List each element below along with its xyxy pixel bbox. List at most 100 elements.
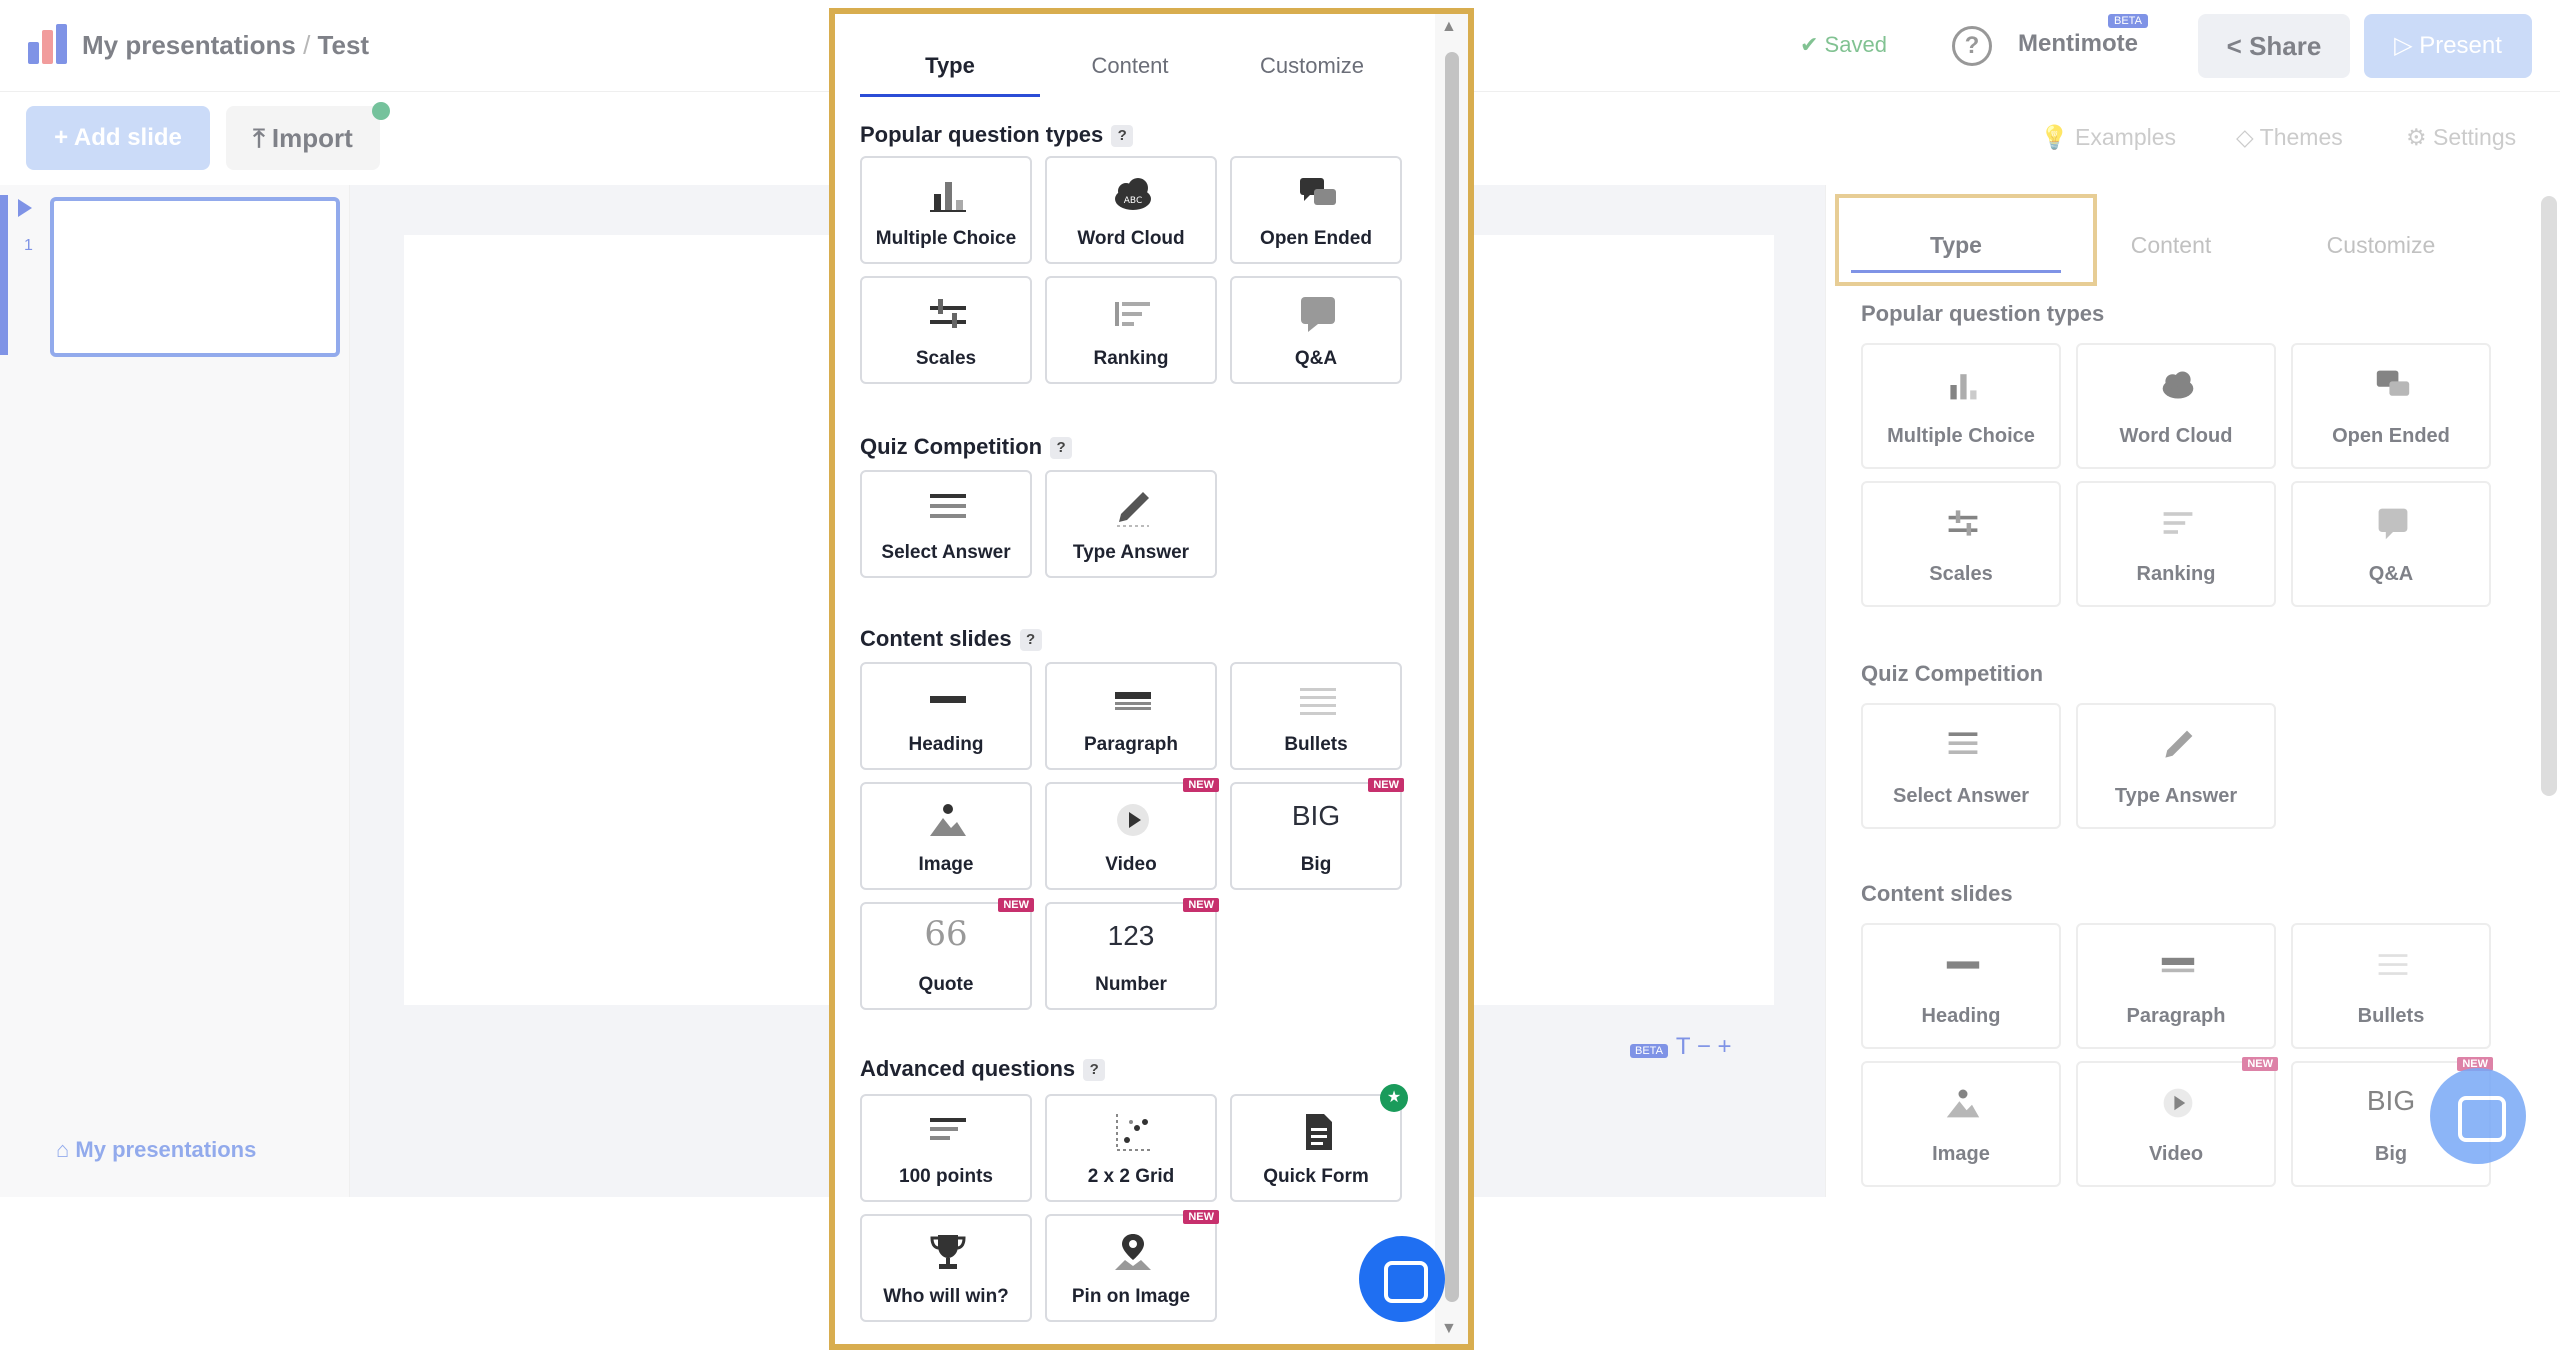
card-ranking[interactable]: Ranking bbox=[1045, 276, 1217, 384]
add-slide-button[interactable]: + Add slide bbox=[26, 106, 210, 170]
new-badge: NEW bbox=[1368, 778, 1404, 792]
card-label: Type Answer bbox=[1072, 542, 1190, 563]
section-title: Content slides bbox=[860, 626, 1012, 651]
card-heading[interactable]: Heading bbox=[860, 662, 1032, 770]
examples-button[interactable]: 💡 Examples bbox=[2040, 124, 2176, 151]
card-bullets[interactable]: Bullets bbox=[1230, 662, 1402, 770]
breadcrumb-separator: / bbox=[303, 30, 311, 60]
present-label: Present bbox=[2419, 32, 2502, 59]
card-quote[interactable]: 66 Quote NEW bbox=[860, 898, 1034, 1010]
card-qa[interactable]: Q&A bbox=[1230, 276, 1402, 384]
card-heading-bg[interactable]: Heading bbox=[1861, 923, 2061, 1049]
card-word-cloud[interactable]: ABC Word Cloud bbox=[1045, 156, 1217, 264]
ranking-lines-icon bbox=[2160, 505, 2196, 541]
scrollbar[interactable] bbox=[2541, 196, 2557, 796]
card-label: Paragraph bbox=[2126, 1005, 2226, 1027]
help-icon[interactable]: ? bbox=[1952, 26, 1992, 66]
card-100-points[interactable]: 100 points bbox=[860, 1094, 1032, 1202]
breadcrumb-current[interactable]: Test bbox=[318, 30, 370, 60]
number-icon: 123 bbox=[1107, 920, 1155, 951]
card-big[interactable]: BIG Big NEW bbox=[1230, 778, 1404, 890]
help-icon[interactable]: ? bbox=[1050, 437, 1073, 460]
card-label: Bullets bbox=[1284, 734, 1348, 755]
card-scales[interactable]: Scales bbox=[860, 276, 1032, 384]
hundred-points-icon bbox=[928, 1112, 968, 1152]
sliders-icon bbox=[1945, 505, 1981, 541]
my-presentations-link[interactable]: ⌂ My presentations bbox=[56, 1137, 256, 1163]
card-ranking-bg[interactable]: Ranking bbox=[2076, 481, 2276, 607]
card-paragraph-bg[interactable]: Paragraph bbox=[2076, 923, 2276, 1049]
card-label: Bullets bbox=[2357, 1005, 2425, 1027]
card-video-bg[interactable]: Video NEW bbox=[2076, 1057, 2278, 1187]
help-icon[interactable]: ? bbox=[1019, 629, 1042, 652]
app-logo-icon[interactable] bbox=[28, 24, 68, 64]
help-icon[interactable]: ? bbox=[1111, 125, 1134, 148]
section-title-bg: Quiz Competition bbox=[1861, 661, 2044, 686]
list-lines-icon bbox=[928, 488, 968, 528]
zoom-buttons[interactable]: T − + bbox=[1676, 1033, 1732, 1060]
slide-number: 1 bbox=[24, 237, 33, 254]
card-label: Type Answer bbox=[2114, 785, 2238, 807]
card-number[interactable]: 123 Number NEW bbox=[1045, 898, 1219, 1010]
chat-support-icon[interactable] bbox=[1359, 1236, 1445, 1322]
help-icon[interactable]: ? bbox=[1083, 1059, 1106, 1082]
card-open-ended-bg[interactable]: Open Ended bbox=[2291, 343, 2491, 469]
tab-customize[interactable]: Customize bbox=[1222, 34, 1402, 98]
heading-bar-icon bbox=[1945, 947, 1981, 983]
themes-label: Themes bbox=[2259, 124, 2343, 150]
card-paragraph[interactable]: Paragraph bbox=[1045, 662, 1217, 770]
card-quick-form[interactable]: Quick Form ★ bbox=[1230, 1084, 1408, 1202]
themes-button[interactable]: ◇ Themes bbox=[2236, 124, 2343, 151]
panel-scrollbar[interactable] bbox=[1445, 52, 1459, 1302]
pencil-icon bbox=[1113, 488, 1153, 528]
chat-support-icon[interactable] bbox=[2430, 1068, 2526, 1164]
card-scales-bg[interactable]: Scales bbox=[1861, 481, 2061, 607]
background-type-panel: Type Content Customize Popular question … bbox=[1825, 185, 2560, 1197]
card-type-answer[interactable]: Type Answer bbox=[1045, 470, 1217, 578]
breadcrumb-root[interactable]: My presentations bbox=[82, 30, 296, 60]
card-pin-on-image[interactable]: Pin on Image NEW bbox=[1045, 1210, 1219, 1322]
scroll-down-icon[interactable]: ▼ bbox=[1441, 1320, 1457, 1338]
zoom-controls[interactable]: BETA T − + bbox=[1630, 1033, 1732, 1061]
slide-thumbnail[interactable] bbox=[50, 197, 340, 357]
section-content-slides: Content slides? bbox=[860, 626, 1042, 652]
card-label: Scales bbox=[915, 348, 977, 369]
tab-content[interactable]: Content bbox=[1040, 34, 1220, 98]
card-label: Ranking bbox=[2136, 563, 2216, 585]
paragraph-icon bbox=[1113, 680, 1153, 720]
section-title: Quiz Competition bbox=[860, 434, 1043, 459]
card-image-bg[interactable]: Image bbox=[1861, 1061, 2061, 1187]
settings-button[interactable]: ⚙ Settings bbox=[2406, 124, 2516, 151]
card-type-answer-bg[interactable]: Type Answer bbox=[2076, 703, 2276, 829]
examples-label: Examples bbox=[2075, 124, 2177, 150]
paragraph-icon bbox=[2160, 947, 2196, 983]
card-select-answer[interactable]: Select Answer bbox=[860, 470, 1032, 578]
play-icon[interactable] bbox=[18, 199, 32, 217]
present-button[interactable]: ▷ Present bbox=[2364, 14, 2532, 78]
card-label: Big bbox=[1300, 854, 1332, 875]
card-2x2-grid[interactable]: 2 x 2 Grid bbox=[1045, 1094, 1217, 1202]
share-button[interactable]: < Share bbox=[2198, 14, 2350, 78]
card-word-cloud-bg[interactable]: Word Cloud bbox=[2076, 343, 2276, 469]
pin-icon bbox=[1113, 1232, 1153, 1272]
card-who-will-win[interactable]: Who will win? bbox=[860, 1214, 1032, 1322]
card-image[interactable]: Image bbox=[860, 782, 1032, 890]
settings-label: Settings bbox=[2433, 124, 2517, 150]
scroll-up-icon[interactable]: ▲ bbox=[1441, 18, 1457, 36]
card-qa-bg[interactable]: Q&A bbox=[2291, 481, 2491, 607]
card-multiple-choice-bg[interactable]: Multiple Choice bbox=[1861, 343, 2061, 469]
tab-customize-bg[interactable]: Customize bbox=[2276, 215, 2486, 275]
tab-type[interactable]: Type bbox=[860, 34, 1040, 98]
bullets-icon bbox=[1298, 680, 1338, 720]
card-open-ended[interactable]: Open Ended bbox=[1230, 156, 1402, 264]
tab-content-bg[interactable]: Content bbox=[2066, 215, 2276, 275]
card-label: Image bbox=[1932, 1143, 1990, 1165]
import-button[interactable]: ⤒ Import bbox=[226, 106, 380, 170]
card-video[interactable]: Video NEW bbox=[1045, 778, 1219, 890]
card-multiple-choice[interactable]: Multiple Choice bbox=[860, 156, 1032, 264]
card-select-answer-bg[interactable]: Select Answer bbox=[1861, 703, 2061, 829]
card-label: Who will win? bbox=[883, 1286, 1009, 1307]
active-slide-indicator bbox=[0, 195, 8, 355]
mentimote-link[interactable]: Mentimote bbox=[2018, 30, 2138, 58]
card-bullets-bg[interactable]: Bullets bbox=[2291, 923, 2491, 1049]
